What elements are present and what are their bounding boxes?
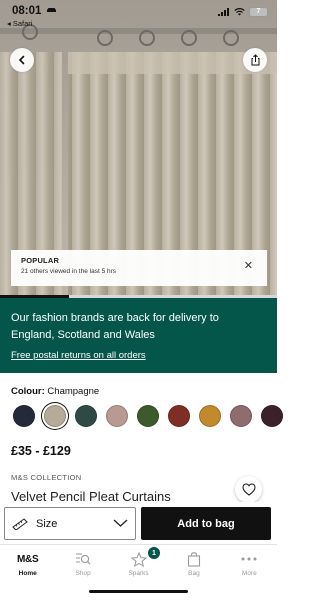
back-button[interactable] <box>10 48 34 72</box>
home-indicator <box>89 590 188 593</box>
popular-subtitle: 21 others viewed in the last 5 hrs <box>21 268 117 275</box>
tab-more-label: More <box>241 570 257 577</box>
colour-swatch-navy[interactable] <box>13 405 35 427</box>
colour-swatches <box>13 405 283 429</box>
ms-logo-icon: M&S <box>17 551 39 567</box>
chevron-left-icon <box>18 55 25 65</box>
brand-label: M&S COLLECTION <box>11 473 82 482</box>
popular-notice: POPULAR 21 others viewed in the last 5 h… <box>11 250 267 286</box>
chevron-down-icon <box>113 519 128 527</box>
tab-home[interactable]: M&S Home <box>0 545 55 600</box>
status-bar: 08:01 ◂ Safari 7 <box>0 0 277 32</box>
colour-swatch-mauve[interactable] <box>230 405 252 427</box>
free-returns-link[interactable]: Free postal returns on all orders <box>11 350 146 361</box>
tab-more[interactable]: More <box>222 545 277 600</box>
share-button[interactable] <box>243 48 267 72</box>
colour-swatch-rust[interactable] <box>168 405 190 427</box>
colour-value: Champagne <box>47 386 100 397</box>
status-time: 08:01 <box>12 5 42 17</box>
wishlist-button[interactable] <box>235 476 262 503</box>
heart-icon <box>241 483 256 496</box>
bag-icon <box>187 551 201 567</box>
sparks-star-icon <box>130 551 147 567</box>
tab-sparks-label: Sparks <box>128 570 149 577</box>
share-icon <box>251 54 259 66</box>
signal-icon <box>218 8 229 16</box>
tab-bag-label: Bag <box>188 570 200 577</box>
colour-label: Colour: Champagne <box>11 386 99 397</box>
wifi-icon <box>234 8 245 16</box>
colour-swatch-blush[interactable] <box>106 405 128 427</box>
battery-icon: 7 <box>249 7 270 17</box>
add-to-bag-button[interactable]: Add to bag <box>141 507 271 540</box>
promo-banner: Our fashion brands are back for delivery… <box>0 298 277 373</box>
colour-label-title: Colour: <box>11 386 45 397</box>
size-select[interactable]: Size <box>4 507 136 540</box>
status-indicators: 7 <box>218 7 270 17</box>
car-icon <box>47 8 56 12</box>
size-label: Size <box>36 517 58 530</box>
back-to-safari[interactable]: ◂ Safari <box>7 19 32 28</box>
tab-home-logo: M&S <box>17 553 39 565</box>
colour-swatch-teal[interactable] <box>75 405 97 427</box>
tab-shop-label: Shop <box>75 570 91 577</box>
ruler-icon <box>12 517 28 530</box>
promo-text: Our fashion brands are back for delivery… <box>11 312 219 341</box>
sparks-badge: 1 <box>148 547 160 559</box>
tab-home-label: Home <box>18 570 37 577</box>
more-dots-icon <box>241 551 257 567</box>
popular-title: POPULAR <box>21 256 60 265</box>
price: £35 - £129 <box>11 444 71 458</box>
product-image-carousel[interactable]: POPULAR 21 others viewed in the last 5 h… <box>0 0 277 297</box>
close-icon[interactable]: ✕ <box>244 261 253 272</box>
colour-swatch-plum[interactable] <box>261 405 283 427</box>
colour-swatch-champagne[interactable] <box>44 405 66 427</box>
colour-swatch-green[interactable] <box>137 405 159 427</box>
action-bar: Size Add to bag <box>0 502 277 544</box>
search-list-icon <box>75 551 91 567</box>
colour-swatch-ochre[interactable] <box>199 405 221 427</box>
